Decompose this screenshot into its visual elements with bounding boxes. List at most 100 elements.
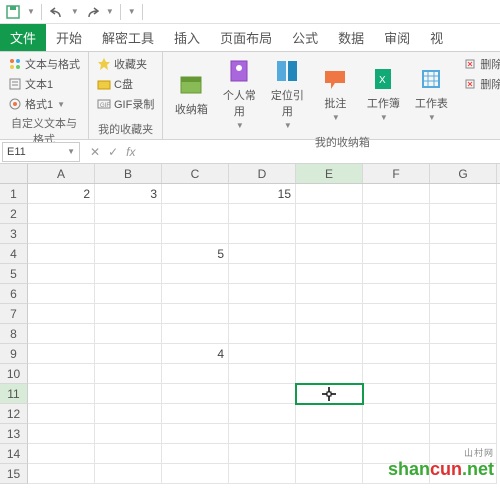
chevron-down-icon[interactable]: ▼ — [106, 7, 114, 16]
name-box[interactable]: E11▼ — [2, 142, 80, 162]
cell[interactable] — [28, 344, 95, 364]
cell[interactable]: 2 — [28, 184, 95, 204]
cell[interactable] — [430, 324, 497, 344]
cell[interactable] — [95, 204, 162, 224]
tab-data[interactable]: 数据 — [328, 24, 374, 51]
cell[interactable] — [162, 324, 229, 344]
cell[interactable] — [162, 364, 229, 384]
cell[interactable] — [430, 264, 497, 284]
cell[interactable] — [296, 184, 363, 204]
cell[interactable] — [95, 444, 162, 464]
cell[interactable] — [296, 364, 363, 384]
cell[interactable] — [28, 324, 95, 344]
cell[interactable] — [229, 324, 296, 344]
row-header[interactable]: 5 — [0, 264, 28, 284]
cell[interactable] — [28, 464, 95, 484]
cell[interactable] — [162, 184, 229, 204]
cancel-icon[interactable]: ✕ — [90, 145, 100, 159]
text1-button[interactable]: 文本1 — [6, 75, 82, 93]
cell[interactable] — [28, 244, 95, 264]
row-header[interactable]: 4 — [0, 244, 28, 264]
col-header[interactable]: F — [363, 164, 430, 183]
cdrive-button[interactable]: C盘 — [95, 75, 156, 93]
personal-button[interactable]: 个人常用▼ — [217, 55, 261, 132]
cell[interactable] — [229, 404, 296, 424]
cell[interactable] — [28, 224, 95, 244]
cell[interactable] — [296, 284, 363, 304]
col-header[interactable]: G — [430, 164, 497, 183]
cell[interactable] — [296, 264, 363, 284]
cell[interactable] — [229, 264, 296, 284]
cell[interactable] — [430, 224, 497, 244]
cell[interactable] — [28, 204, 95, 224]
cell[interactable] — [296, 424, 363, 444]
chevron-down-icon[interactable]: ▼ — [67, 147, 75, 156]
cell[interactable] — [296, 224, 363, 244]
tab-home[interactable]: 开始 — [46, 24, 92, 51]
cell[interactable] — [296, 344, 363, 364]
cell[interactable] — [363, 424, 430, 444]
select-all-corner[interactable] — [0, 164, 28, 183]
cell[interactable] — [430, 304, 497, 324]
cell[interactable] — [363, 204, 430, 224]
cell[interactable] — [430, 364, 497, 384]
cell[interactable] — [229, 244, 296, 264]
delete-selected-button[interactable]: 删除选 — [461, 75, 500, 93]
cell[interactable]: 15 — [229, 184, 296, 204]
cell[interactable] — [162, 404, 229, 424]
cell[interactable] — [95, 244, 162, 264]
chevron-down-icon[interactable]: ▼ — [71, 7, 79, 16]
row-header[interactable]: 2 — [0, 204, 28, 224]
cell[interactable] — [363, 324, 430, 344]
cell[interactable] — [363, 264, 430, 284]
row-header[interactable]: 3 — [0, 224, 28, 244]
cell[interactable] — [430, 404, 497, 424]
tab-review[interactable]: 审阅 — [374, 24, 420, 51]
locate-button[interactable]: 定位引用▼ — [265, 55, 309, 132]
cell[interactable] — [162, 204, 229, 224]
favorites-button[interactable]: 收藏夹 — [95, 55, 156, 73]
cell[interactable] — [162, 284, 229, 304]
cell[interactable] — [95, 264, 162, 284]
cell[interactable] — [430, 284, 497, 304]
cell[interactable] — [296, 244, 363, 264]
cell[interactable] — [229, 444, 296, 464]
cell[interactable] — [430, 384, 497, 404]
spreadsheet-grid[interactable]: A B C D E F G 12315234556789410111213141… — [0, 164, 500, 484]
cell[interactable] — [430, 424, 497, 444]
col-header[interactable]: C — [162, 164, 229, 183]
col-header[interactable]: D — [229, 164, 296, 183]
undo-icon[interactable] — [48, 3, 66, 21]
cell[interactable] — [28, 304, 95, 324]
cell[interactable] — [95, 364, 162, 384]
cell[interactable] — [28, 384, 95, 404]
cell[interactable] — [229, 224, 296, 244]
cell[interactable] — [363, 244, 430, 264]
row-header[interactable]: 14 — [0, 444, 28, 464]
redo-icon[interactable] — [83, 3, 101, 21]
cell[interactable] — [28, 284, 95, 304]
cell[interactable]: 5 — [162, 244, 229, 264]
cell[interactable] — [296, 464, 363, 484]
tab-layout[interactable]: 页面布局 — [210, 24, 282, 51]
cell[interactable] — [229, 364, 296, 384]
tab-decrypt[interactable]: 解密工具 — [92, 24, 164, 51]
cell[interactable] — [363, 304, 430, 324]
cell[interactable] — [430, 344, 497, 364]
cell[interactable]: 3 — [95, 184, 162, 204]
tab-insert[interactable]: 插入 — [164, 24, 210, 51]
cell[interactable] — [95, 404, 162, 424]
cell[interactable] — [28, 404, 95, 424]
cell[interactable] — [162, 424, 229, 444]
cell[interactable] — [229, 464, 296, 484]
tab-file[interactable]: 文件 — [0, 24, 46, 51]
cell[interactable] — [296, 204, 363, 224]
cell[interactable] — [430, 244, 497, 264]
comment-button[interactable]: 批注▼ — [313, 55, 357, 132]
workbook-button[interactable]: X工作簿▼ — [361, 55, 405, 132]
cell[interactable] — [430, 184, 497, 204]
cell[interactable] — [95, 324, 162, 344]
cell[interactable] — [430, 204, 497, 224]
cell[interactable] — [363, 364, 430, 384]
delete-unused-button[interactable]: 删除未 — [461, 55, 500, 73]
